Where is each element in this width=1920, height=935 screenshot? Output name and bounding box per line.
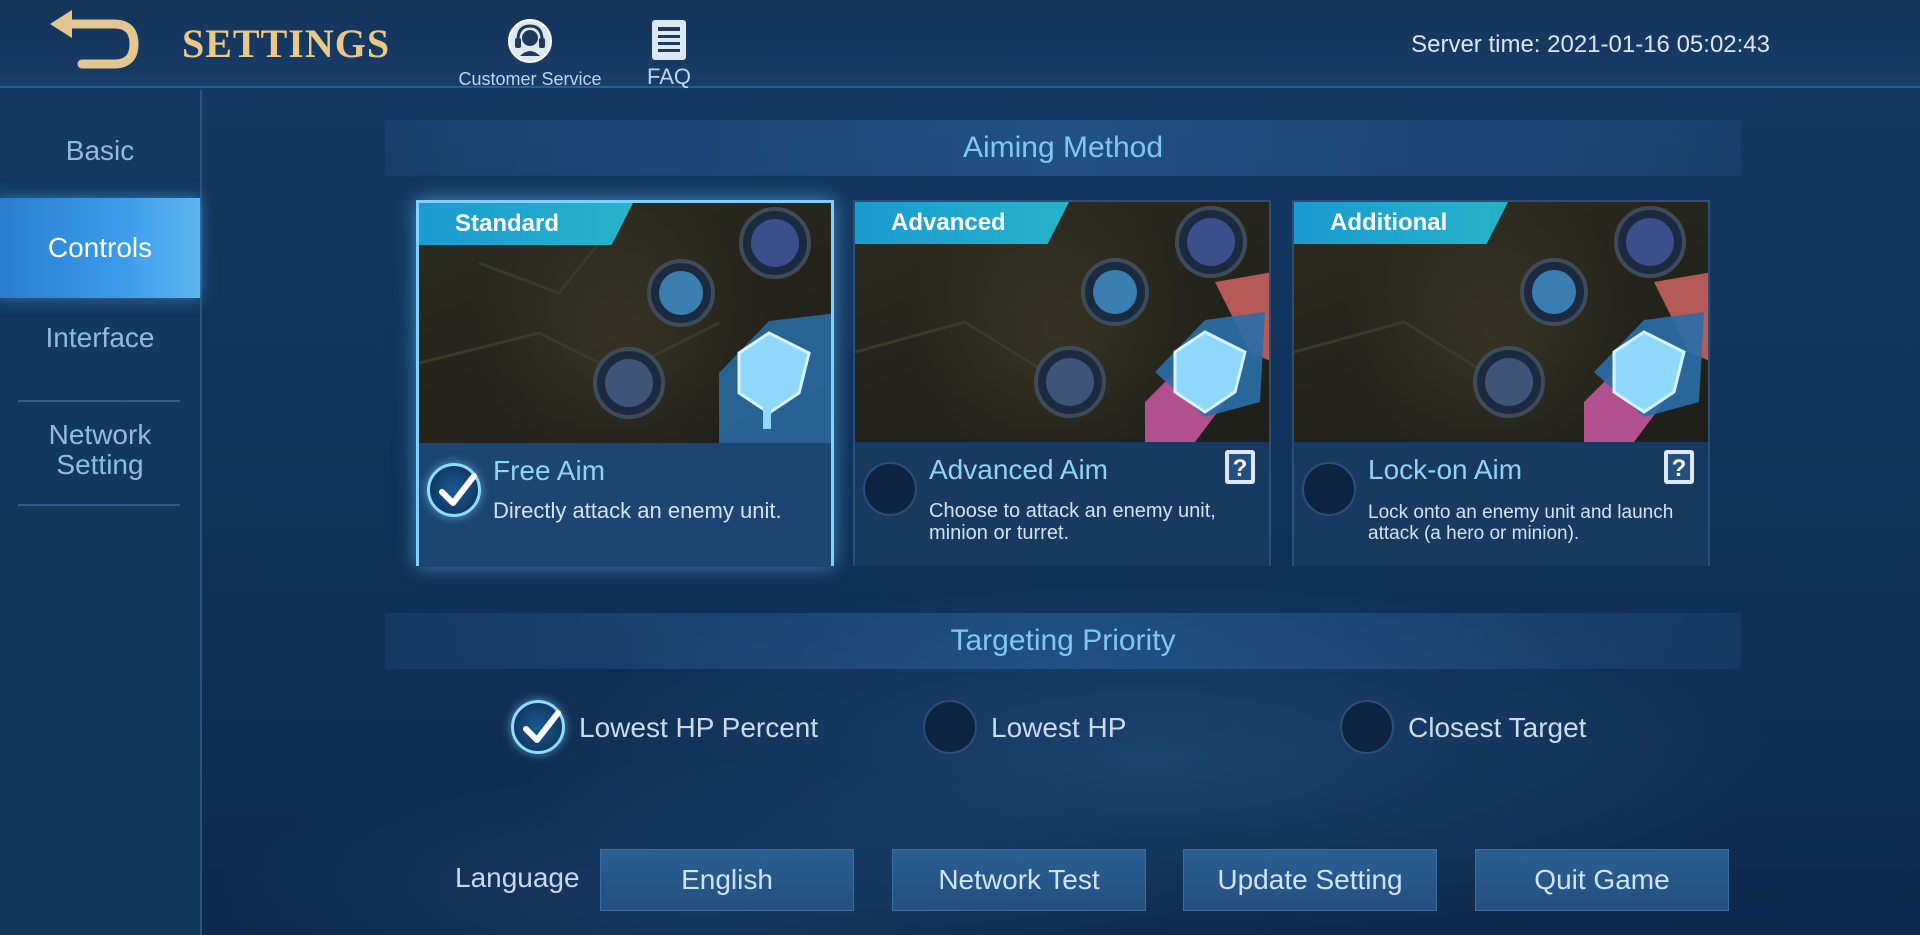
sidebar-divider — [18, 504, 180, 506]
standard-preview-image: Standard — [419, 203, 831, 443]
checkmark-icon — [523, 710, 561, 743]
help-question-icon[interactable]: ? — [1223, 448, 1257, 486]
aiming-method-header: Aiming Method — [385, 120, 1741, 176]
update-setting-button[interactable]: Update Setting — [1183, 849, 1437, 911]
card-title: Advanced Aim — [929, 454, 1108, 485]
aim-card-standard[interactable]: Standard Free Aim Directly attack an ene… — [416, 200, 834, 567]
priority-label: Lowest HP Percent — [579, 712, 819, 743]
priority-option-closest-target[interactable]: Closest Target — [1340, 700, 1620, 756]
additional-tag: Additional — [1294, 202, 1508, 244]
faq-button[interactable]: FAQ — [636, 18, 702, 89]
sidebar-item-interface[interactable]: Interface — [0, 308, 200, 368]
priority-label: Closest Target — [1408, 712, 1587, 743]
card-description: Choose to attack an enemy unit, minion o… — [929, 500, 1216, 544]
language-english-button[interactable]: English — [600, 849, 854, 911]
back-button[interactable] — [42, 10, 146, 72]
lowest-hp-percent-radio[interactable] — [511, 700, 565, 754]
sidebar-item-network-setting[interactable]: Network Setting — [0, 420, 200, 484]
targeting-priority-header: Targeting Priority — [385, 613, 1741, 669]
help-question-icon[interactable]: ? — [1662, 448, 1696, 486]
priority-option-lowest-hp-percent[interactable]: Lowest HP Percent — [511, 700, 841, 756]
faq-book-icon — [652, 20, 686, 60]
customer-service-label: Customer Service — [458, 69, 602, 89]
aim-card-additional[interactable]: Additional Lock-on Aim Lock onto an enem… — [1292, 200, 1710, 566]
server-time: Server time: 2021-01-16 05:02:43 — [1411, 31, 1770, 58]
svg-text:?: ? — [1672, 455, 1687, 482]
faq-label: FAQ — [646, 64, 691, 89]
top-bar: SETTINGS Customer Service FAQ Server tim… — [0, 0, 1920, 89]
headset-icon — [508, 19, 552, 63]
sidebar: Basic Controls Interface Network Setting — [0, 90, 202, 935]
priority-option-lowest-hp[interactable]: Lowest HP — [923, 700, 1163, 756]
free-aim-radio[interactable] — [427, 463, 481, 517]
advanced-aim-radio[interactable] — [863, 462, 917, 516]
checkmark-icon — [439, 473, 477, 506]
quit-game-button[interactable]: Quit Game — [1475, 849, 1729, 911]
additional-preview-image: Additional — [1294, 202, 1708, 442]
language-label: Language — [455, 862, 580, 893]
closest-target-radio[interactable] — [1340, 700, 1394, 754]
priority-label: Lowest HP — [991, 712, 1127, 743]
svg-text:?: ? — [1233, 455, 1248, 482]
card-title: Free Aim — [493, 455, 606, 486]
aim-card-advanced[interactable]: Advanced Advanced Aim Choose to attack a… — [853, 200, 1271, 566]
customer-service-button[interactable]: Customer Service — [454, 18, 606, 89]
standard-tag: Standard — [419, 203, 633, 245]
advanced-tag: Advanced — [855, 202, 1069, 244]
lowest-hp-radio[interactable] — [923, 700, 977, 754]
sidebar-divider — [18, 400, 180, 402]
network-test-button[interactable]: Network Test — [892, 849, 1146, 911]
card-info: Advanced Aim Choose to attack an enemy u… — [855, 442, 1269, 566]
advanced-preview-image: Advanced — [855, 202, 1269, 442]
back-arrow-icon — [50, 10, 139, 69]
card-title: Lock-on Aim — [1368, 454, 1523, 485]
card-description: Directly attack an enemy unit. — [493, 498, 782, 523]
sidebar-item-basic[interactable]: Basic — [0, 126, 200, 176]
card-info: Lock-on Aim Lock onto an enemy unit and … — [1294, 442, 1708, 566]
lock-on-aim-radio[interactable] — [1302, 462, 1356, 516]
sidebar-item-controls[interactable]: Controls — [0, 198, 200, 298]
card-info: Free Aim Directly attack an enemy unit. — [419, 443, 831, 567]
page-title: SETTINGS — [182, 21, 391, 66]
card-description: Lock onto an enemy unit and launch attac… — [1368, 502, 1674, 544]
